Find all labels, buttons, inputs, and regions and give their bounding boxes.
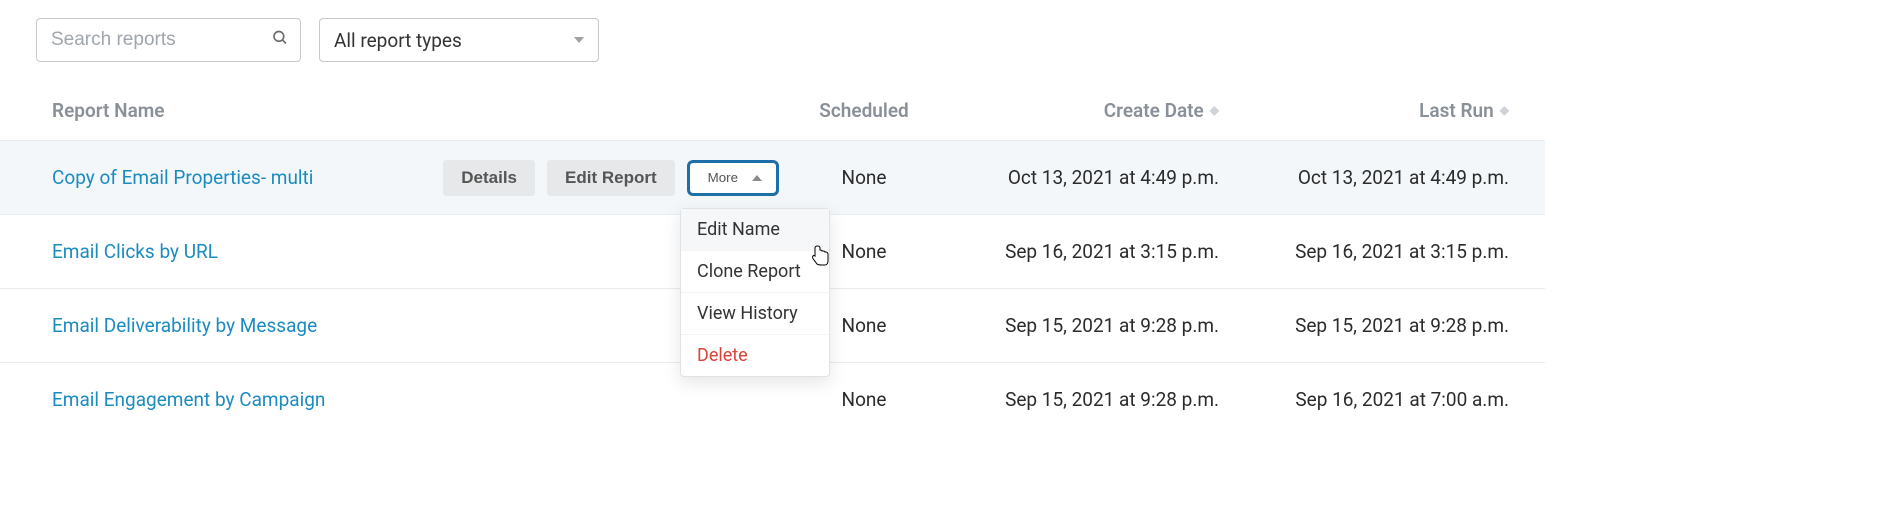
col-scheduled: Scheduled	[799, 99, 929, 122]
row-actions: Details Edit Report More	[443, 160, 799, 196]
report-link[interactable]: Email Engagement by Campaign	[52, 388, 325, 411]
last-run-cell: Sep 16, 2021 at 3:15 p.m.	[1219, 240, 1509, 263]
menu-delete[interactable]: Delete	[681, 335, 829, 376]
report-link[interactable]: Copy of Email Properties- multi	[52, 166, 313, 189]
report-type-filter[interactable]: All report types	[319, 18, 599, 62]
menu-clone-report[interactable]: Clone Report	[681, 251, 829, 293]
more-menu: Edit Name Clone Report View History Dele…	[680, 208, 830, 377]
menu-view-history[interactable]: View History	[681, 293, 829, 335]
scheduled-cell: None	[799, 388, 929, 411]
create-date-cell: Oct 13, 2021 at 4:49 p.m.	[929, 166, 1219, 189]
menu-edit-name[interactable]: Edit Name	[681, 209, 829, 251]
search-input[interactable]	[36, 18, 301, 62]
filter-label: All report types	[334, 29, 462, 52]
edit-report-button[interactable]: Edit Report	[547, 160, 675, 196]
scheduled-cell: None	[799, 166, 929, 189]
last-run-cell: Oct 13, 2021 at 4:49 p.m.	[1219, 166, 1509, 189]
sort-icon: ◆	[1500, 103, 1509, 117]
more-button[interactable]: More	[687, 160, 779, 196]
create-date-cell: Sep 15, 2021 at 9:28 p.m.	[929, 314, 1219, 337]
search-field-wrap	[36, 18, 301, 62]
table-header: Report Name Scheduled Create Date ◆ Last…	[0, 80, 1545, 140]
last-run-cell: Sep 16, 2021 at 7:00 a.m.	[1219, 388, 1509, 411]
col-create-date[interactable]: Create Date ◆	[929, 99, 1219, 122]
table-row: Copy of Email Properties- multi Details …	[0, 140, 1545, 214]
create-date-cell: Sep 15, 2021 at 9:28 p.m.	[929, 388, 1219, 411]
controls-bar: All report types	[0, 18, 1545, 80]
col-report-name: Report Name	[52, 99, 799, 122]
report-link[interactable]: Email Clicks by URL	[52, 240, 218, 263]
col-last-run[interactable]: Last Run ◆	[1219, 99, 1509, 122]
last-run-cell: Sep 15, 2021 at 9:28 p.m.	[1219, 314, 1509, 337]
report-link[interactable]: Email Deliverability by Message	[52, 314, 317, 337]
chevron-down-icon	[574, 37, 584, 43]
sort-icon: ◆	[1210, 103, 1219, 117]
chevron-up-icon	[752, 175, 762, 181]
details-button[interactable]: Details	[443, 160, 535, 196]
create-date-cell: Sep 16, 2021 at 3:15 p.m.	[929, 240, 1219, 263]
